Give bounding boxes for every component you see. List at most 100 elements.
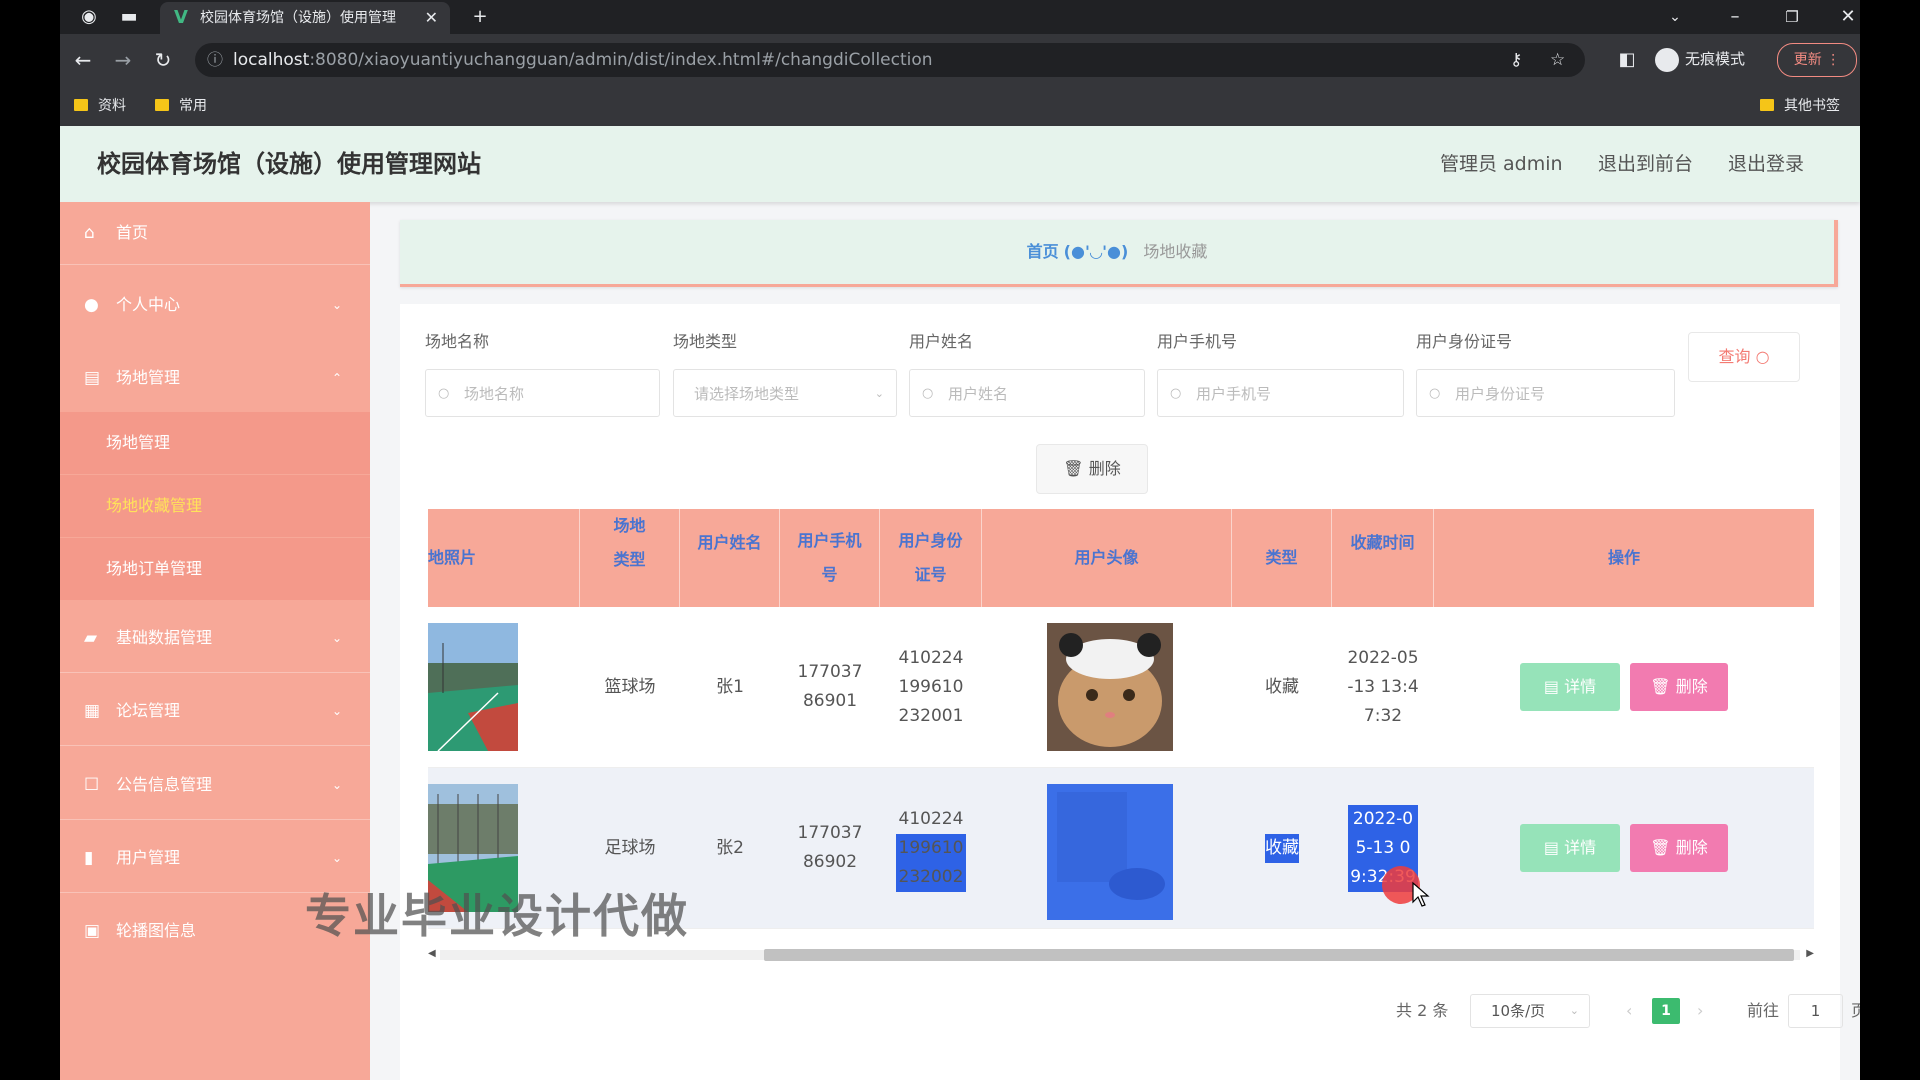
close-window-icon[interactable]: ✕ bbox=[1833, 0, 1860, 34]
sidebar-item-notice[interactable]: ☐ 公告信息管理 ⌄ bbox=[60, 754, 370, 816]
forward-icon[interactable]: → bbox=[108, 34, 138, 86]
filter-label-venue-name: 场地名称 bbox=[425, 332, 490, 351]
goto-suffix: 页 bbox=[1851, 1001, 1860, 1020]
bookmark-folder-changyong[interactable]: 常用 bbox=[155, 86, 207, 126]
tab-search-icon[interactable]: ▬ bbox=[114, 0, 144, 34]
divider bbox=[60, 264, 370, 265]
site-header: 校园体育场馆（设施）使用管理网站 管理员 admin 退出到前台 退出登录 bbox=[60, 126, 1860, 202]
bookmark-label: 常用 bbox=[179, 98, 207, 114]
row-delete-button[interactable]: 🗑 删除 bbox=[1630, 824, 1728, 872]
home-icon: ⌂ bbox=[84, 223, 95, 243]
detail-button[interactable]: ▤ 详情 bbox=[1520, 663, 1620, 711]
logout-link[interactable]: 退出登录 bbox=[1728, 126, 1804, 202]
cell-user-name: 张2 bbox=[716, 837, 744, 858]
browser-toolbar: ← → ↻ ⓘ localhost:8080/xiaoyuantiyuchang… bbox=[60, 34, 1860, 86]
tab-list-icon[interactable]: ⌄ bbox=[1660, 0, 1690, 34]
search-icon: ○ bbox=[922, 386, 934, 401]
cell-venue-type: 篮球场 bbox=[604, 676, 656, 697]
sidebar-sub-venue-collection[interactable]: 场地收藏管理 bbox=[60, 475, 370, 537]
delete-label: 删除 bbox=[1675, 677, 1708, 696]
page-size-select[interactable]: 10条/页 ⌄ bbox=[1470, 994, 1590, 1028]
back-to-front-link[interactable]: 退出到前台 bbox=[1598, 126, 1693, 202]
query-label: 查询 bbox=[1718, 347, 1751, 366]
batch-delete-button[interactable]: 🗑 删除 bbox=[1036, 444, 1148, 494]
cell-user-id: 410224199610232001 bbox=[898, 647, 964, 726]
back-icon[interactable]: ← bbox=[68, 34, 98, 86]
site-info-icon[interactable]: ⓘ bbox=[207, 43, 223, 77]
tab-close-icon[interactable]: ✕ bbox=[425, 2, 438, 34]
sidebar-item-label: 轮播图信息 bbox=[116, 921, 197, 940]
user-avatar bbox=[1047, 623, 1173, 751]
main-content: 场地名称 场地类型 用户姓名 用户手机号 用户身份证号 ○ 场地名称 请选择场地类… bbox=[400, 304, 1860, 1080]
filter-label-user-phone: 用户手机号 bbox=[1157, 332, 1238, 351]
delete-label: 删除 bbox=[1675, 838, 1708, 857]
sidebar-item-label: 场地管理 bbox=[116, 368, 181, 387]
user-phone-input[interactable]: ○ 用户手机号 bbox=[1157, 369, 1404, 417]
col-time[interactable]: 收藏时间 bbox=[1332, 509, 1434, 607]
col-user-phone[interactable]: 用户手机号 bbox=[780, 509, 880, 607]
sidebar-sub-venue-manage[interactable]: 场地管理 bbox=[60, 412, 370, 474]
sidebar-item-basic-data[interactable]: ▰ 基础数据管理 ⌄ bbox=[60, 607, 370, 669]
browser-tab[interactable]: V 校园体育场馆（设施）使用管理 ✕ bbox=[160, 2, 450, 34]
user-id-input[interactable]: ○ 用户身份证号 bbox=[1416, 369, 1675, 417]
collection-table: 地照片 场地类型 用户姓名 用户手机号 用户身份证号 用户头像 类型 收藏时间 … bbox=[428, 509, 1814, 939]
scroll-left-icon[interactable]: ◀ bbox=[428, 945, 436, 963]
breadcrumb-home[interactable]: 首页 bbox=[1027, 242, 1059, 261]
trash-icon: 🗑 bbox=[1650, 677, 1671, 696]
scroll-thumb[interactable] bbox=[764, 949, 1794, 961]
col-kind[interactable]: 类型 bbox=[1232, 509, 1332, 607]
side-panel-icon[interactable]: ◧ bbox=[1612, 34, 1642, 86]
key-icon[interactable]: ⚷ bbox=[1510, 43, 1522, 77]
col-avatar[interactable]: 用户头像 bbox=[982, 509, 1232, 607]
goto-page-input[interactable]: 1 bbox=[1788, 994, 1843, 1028]
sidebar-item-forum[interactable]: ▦ 论坛管理 ⌄ bbox=[60, 680, 370, 742]
browser-window: ◉ ▬ V 校园体育场馆（设施）使用管理 ✕ + ⌄ – ❐ ✕ ← → ↻ ⓘ… bbox=[60, 0, 1860, 1080]
col-venue-type[interactable]: 场地类型 bbox=[580, 509, 680, 607]
table-scrollbar[interactable]: ◀ ▶ bbox=[428, 945, 1814, 963]
minimize-icon[interactable]: – bbox=[1720, 0, 1750, 34]
divider bbox=[60, 819, 370, 820]
cell-user-name: 张1 bbox=[716, 676, 744, 697]
col-user-id[interactable]: 用户身份证号 bbox=[880, 509, 982, 607]
restore-icon[interactable]: ❐ bbox=[1777, 0, 1807, 34]
square-icon: ☐ bbox=[84, 775, 100, 795]
sidebar-item-home[interactable]: ⌂ 首页 bbox=[60, 202, 370, 264]
incognito-label: 无痕模式 bbox=[1685, 50, 1746, 68]
row-delete-button[interactable]: 🗑 删除 bbox=[1630, 663, 1728, 711]
grid-icon: ▦ bbox=[84, 701, 101, 721]
chevron-down-icon: ⌄ bbox=[331, 704, 342, 718]
divider bbox=[60, 672, 370, 673]
query-button[interactable]: 查询 ○ bbox=[1688, 332, 1800, 382]
cell-time: 2022-05-13 13:47:32 bbox=[1347, 647, 1419, 726]
sidebar-item-personal[interactable]: ● 个人中心 ⌄ bbox=[60, 274, 370, 336]
detail-button[interactable]: ▤ 详情 bbox=[1520, 824, 1620, 872]
search-icon: ○ bbox=[1755, 347, 1770, 366]
prev-page-icon[interactable]: ‹ bbox=[1626, 994, 1632, 1028]
sidebar-item-venue[interactable]: ▤ 场地管理 ⌃ bbox=[60, 347, 370, 409]
bookmark-folder-ziliao[interactable]: 资料 bbox=[74, 86, 126, 126]
cell-kind-wrap: 收藏 bbox=[1232, 768, 1332, 928]
chevron-down-icon: ⌄ bbox=[331, 298, 342, 312]
goto-prefix: 前往 bbox=[1747, 1001, 1780, 1020]
next-page-icon[interactable]: › bbox=[1697, 994, 1703, 1028]
user-name-input[interactable]: ○ 用户姓名 bbox=[909, 369, 1145, 417]
venue-type-select[interactable]: 请选择场地类型 ⌄ bbox=[673, 369, 897, 417]
col-user-name[interactable]: 用户姓名 bbox=[680, 509, 780, 607]
update-button[interactable]: 更新 ⋮ bbox=[1777, 43, 1857, 77]
star-icon[interactable]: ☆ bbox=[1550, 43, 1565, 77]
folder-icon bbox=[74, 99, 88, 111]
url-host: localhost bbox=[233, 50, 310, 70]
incognito-indicator[interactable]: 无痕模式 bbox=[1655, 42, 1745, 76]
venue-name-input[interactable]: ○ 场地名称 bbox=[425, 369, 660, 417]
new-tab-icon[interactable]: + bbox=[465, 0, 495, 34]
cell-time-wrap: 2022-05-13 13:47:32 bbox=[1332, 607, 1434, 767]
globe-icon[interactable]: ◉ bbox=[74, 0, 104, 34]
col-photo[interactable]: 地照片 bbox=[428, 509, 580, 607]
address-bar[interactable]: ⓘ localhost:8080/xiaoyuantiyuchangguan/a… bbox=[195, 43, 1585, 77]
sidebar-sub-venue-orders[interactable]: 场地订单管理 bbox=[60, 538, 370, 600]
scroll-right-icon[interactable]: ▶ bbox=[1806, 945, 1814, 963]
reload-icon[interactable]: ↻ bbox=[148, 34, 178, 86]
other-bookmarks[interactable]: 其他书签 bbox=[1760, 86, 1840, 126]
sidebar-item-label: 基础数据管理 bbox=[116, 628, 213, 647]
page-number-1[interactable]: 1 bbox=[1652, 998, 1680, 1024]
